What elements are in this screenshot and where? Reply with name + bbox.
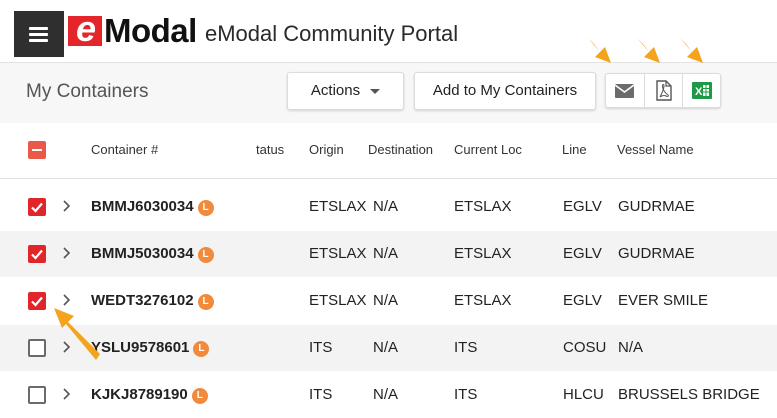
arrow-checkbox [54, 308, 100, 360]
arrow-excel-icon [680, 38, 703, 63]
arrow-pdf-icon [637, 38, 660, 63]
annotation-arrows [54, 38, 703, 360]
arrow-email-icon [588, 38, 611, 63]
